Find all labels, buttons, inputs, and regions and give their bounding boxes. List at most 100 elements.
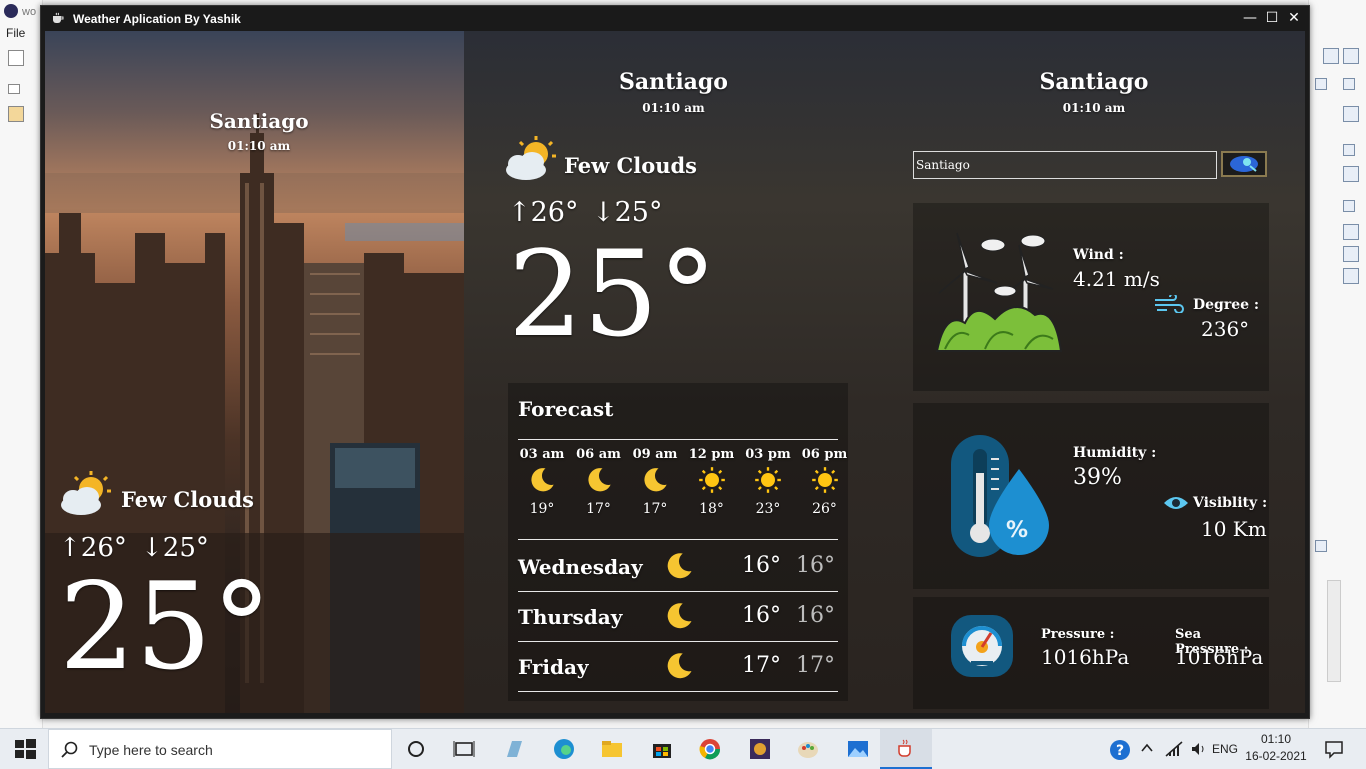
- windows-start-icon[interactable]: [13, 737, 37, 761]
- hourly-item: 09 am 17°: [627, 447, 683, 517]
- paint-icon[interactable]: [796, 737, 820, 761]
- middle-time: 01:10 am: [642, 101, 705, 115]
- task-view-icon[interactable]: [452, 737, 476, 761]
- daily-day: Wednesday: [518, 555, 643, 579]
- hourly-icon: [740, 466, 796, 499]
- hourly-time: 06 am: [576, 447, 621, 462]
- weather-app-window: Weather Aplication By Yashik — ☐ ✕ Santi…: [40, 5, 1310, 719]
- window-title: Weather Aplication By Yashik: [73, 12, 241, 26]
- java-cup-icon: [53, 12, 64, 23]
- visibility-value: 10 Km: [1201, 517, 1267, 541]
- right-city-name: Santiago: [1039, 69, 1149, 95]
- java-cup-icon: [898, 739, 911, 757]
- hourly-item: 06 am 17°: [571, 447, 627, 517]
- notification-icon[interactable]: [1324, 739, 1344, 759]
- sun-icon: [811, 467, 838, 493]
- hourly-time: 03 pm: [745, 447, 791, 462]
- city-image-panel: Santiago 01:10 am Few Clouds ↑26° ↓25° 2…: [45, 31, 464, 713]
- notes-app-icon[interactable]: [502, 737, 526, 761]
- hourly-temp: 17°: [642, 501, 668, 517]
- city-search-input[interactable]: [913, 151, 1217, 179]
- humidity-label: Humidity :: [1073, 445, 1157, 461]
- hierarchy-icon[interactable]: [1343, 166, 1359, 182]
- hourly-time: 12 pm: [688, 447, 735, 462]
- daily-forecast-row: Friday 17° 17°: [518, 643, 838, 692]
- wind-turbine-icon: [935, 232, 1063, 352]
- ide-logo-icon: [4, 4, 18, 18]
- daily-day: Thursday: [518, 605, 623, 629]
- daily-min: 16°: [796, 553, 835, 578]
- volume-icon[interactable]: [1190, 740, 1208, 758]
- console-icon[interactable]: [1343, 268, 1359, 284]
- hourly-item: 12 pm 18°: [684, 447, 740, 517]
- hourly-item: 06 pm 26°: [797, 447, 853, 517]
- photos-icon[interactable]: [846, 737, 870, 761]
- download-icon[interactable]: [1343, 246, 1359, 262]
- restore-icon-3[interactable]: [1343, 144, 1355, 156]
- ide-left-toolbar: wo File: [0, 0, 43, 728]
- daily-icon: [664, 601, 694, 636]
- perspective-icon[interactable]: [1323, 48, 1339, 64]
- wind-value: 4.21 m/s: [1073, 267, 1160, 291]
- moon-icon: [587, 468, 611, 492]
- restore-icon-5[interactable]: [1315, 540, 1327, 552]
- eye-icon: [1164, 497, 1188, 509]
- pressure-gauge-icon: [951, 615, 1013, 677]
- ide-scrollbar[interactable]: [1327, 580, 1341, 682]
- few-clouds-icon: [61, 471, 111, 515]
- hourly-temp: 23°: [755, 501, 781, 517]
- new-file-icon[interactable]: [8, 50, 24, 66]
- git-icon[interactable]: [8, 106, 24, 122]
- clock-time[interactable]: 01:10: [1242, 732, 1310, 746]
- maximize-button[interactable]: ☐: [1262, 9, 1282, 27]
- store-icon[interactable]: [650, 737, 674, 761]
- hourly-time: 06 pm: [801, 447, 848, 462]
- close-button[interactable]: ✕: [1284, 9, 1304, 27]
- daily-icon: [664, 651, 694, 686]
- hourly-icon: [797, 466, 853, 499]
- svg-text:%: %: [1006, 518, 1028, 543]
- game-app-icon[interactable]: [748, 737, 772, 761]
- clock-date[interactable]: 16-02-2021: [1242, 749, 1310, 763]
- wind-gust-icon: [1155, 295, 1184, 313]
- hourly-icon: [627, 466, 683, 499]
- taskbar-search-box[interactable]: Type here to search: [48, 729, 392, 769]
- cortana-icon[interactable]: [404, 737, 428, 761]
- network-icon[interactable]: [1164, 740, 1184, 758]
- daily-icon: [664, 551, 694, 586]
- help-icon[interactable]: ?: [1108, 738, 1132, 762]
- few-clouds-icon: [506, 136, 556, 180]
- minimize-button[interactable]: —: [1240, 9, 1260, 27]
- left-city-name: Santiago: [209, 109, 309, 133]
- language-indicator[interactable]: ENG: [1212, 742, 1238, 756]
- outline-icon[interactable]: [1343, 106, 1359, 122]
- problems-icon[interactable]: [1343, 224, 1359, 240]
- forecast-panel: Santiago 01:10 am Few Clouds ↑26° ↓25° 2…: [464, 31, 883, 713]
- chevron-up-icon[interactable]: [1140, 741, 1154, 755]
- forecast-title: Forecast: [518, 397, 614, 421]
- left-temperature: 25°: [59, 558, 272, 697]
- chrome-icon[interactable]: [698, 737, 722, 761]
- moon-icon: [667, 653, 692, 679]
- search-button[interactable]: [1221, 151, 1267, 177]
- middle-city-name: Santiago: [619, 69, 728, 95]
- edge-browser-icon[interactable]: [552, 737, 576, 761]
- restore-view-icon[interactable]: [8, 84, 20, 94]
- restore-icon[interactable]: [1315, 78, 1327, 90]
- pressure-value: 1016hPa: [1041, 645, 1130, 669]
- wind-label: Wind :: [1073, 247, 1124, 263]
- forecast-divider: [518, 641, 838, 642]
- ide-menu-file[interactable]: File: [6, 26, 25, 40]
- file-explorer-icon[interactable]: [600, 737, 624, 761]
- taskbar-search-placeholder: Type here to search: [89, 742, 213, 758]
- restore-icon-2[interactable]: [1343, 78, 1355, 90]
- hourly-icon: [684, 466, 740, 499]
- restore-icon-4[interactable]: [1343, 200, 1355, 212]
- java-perspective-icon[interactable]: [1343, 48, 1359, 64]
- moon-icon: [531, 468, 554, 492]
- java-app-taskbar-item[interactable]: [880, 729, 932, 769]
- middle-high: ↑26°: [508, 197, 579, 228]
- hourly-time: 03 am: [519, 447, 565, 462]
- left-condition: Few Clouds: [121, 487, 254, 512]
- daily-day: Friday: [518, 655, 589, 679]
